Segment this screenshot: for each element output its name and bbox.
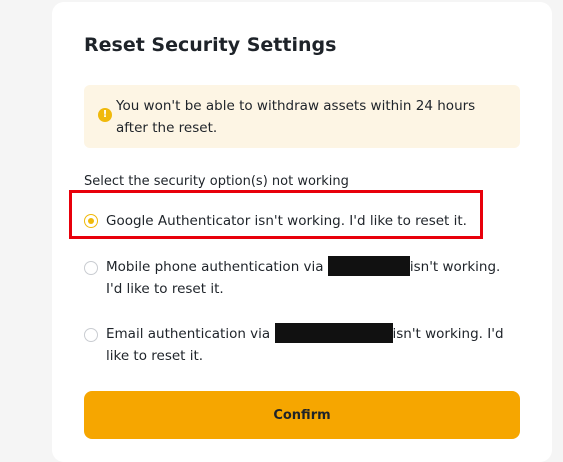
option-label: Mobile phone authentication via isn't wo… bbox=[106, 256, 516, 300]
option-label: Email authentication via isn't working. … bbox=[106, 323, 516, 367]
page-title: Reset Security Settings bbox=[84, 34, 337, 56]
radio-email[interactable] bbox=[84, 328, 98, 342]
redacted-phone bbox=[327, 256, 410, 276]
confirm-button[interactable]: Confirm bbox=[84, 391, 520, 439]
highlight-box bbox=[69, 190, 483, 239]
option-prefix: Mobile phone authentication via bbox=[106, 259, 324, 275]
alert-circle-icon: ! bbox=[98, 108, 112, 122]
security-options-prompt: Select the security option(s) not workin… bbox=[84, 174, 349, 189]
warning-banner: ! You won't be able to withdraw assets w… bbox=[84, 85, 520, 148]
warning-text: You won't be able to withdraw assets wit… bbox=[116, 98, 476, 136]
radio-mobile-phone[interactable] bbox=[84, 261, 98, 275]
option-prefix: Email authentication via bbox=[106, 326, 271, 342]
redacted-email bbox=[274, 323, 393, 343]
